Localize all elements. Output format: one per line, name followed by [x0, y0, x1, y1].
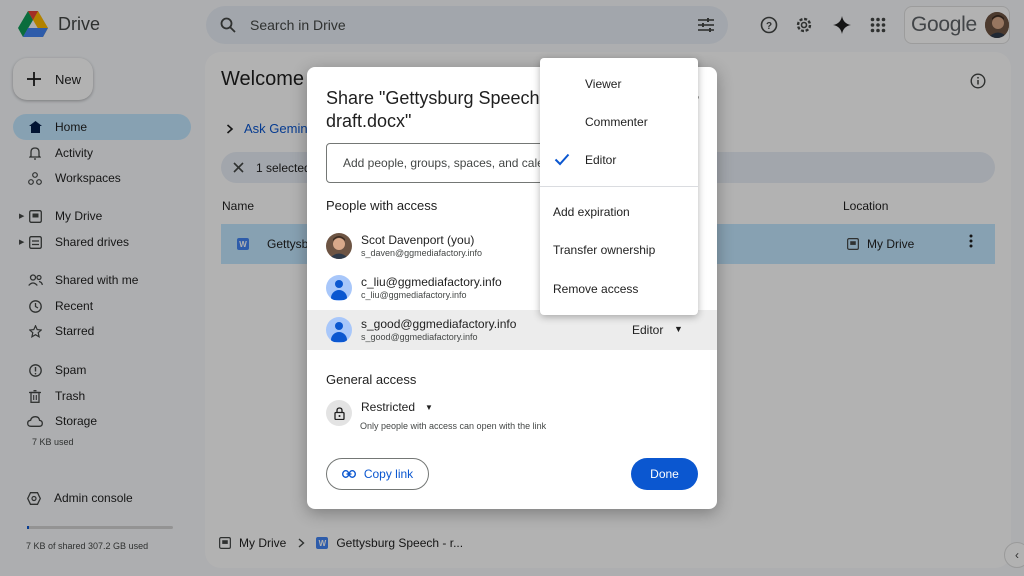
person-email: s_daven@ggmediafactory.info: [361, 248, 483, 258]
role-dropdown[interactable]: Editor: [632, 323, 663, 337]
menu-item-label: Transfer ownership: [553, 243, 656, 257]
general-access-description: Only people with access can open with th…: [360, 421, 547, 431]
menu-item-label: Remove access: [553, 282, 639, 296]
caret-down-icon: ▼: [425, 402, 433, 412]
copy-link-button[interactable]: Copy link: [326, 458, 429, 490]
copy-link-label: Copy link: [363, 467, 414, 481]
avatar: [326, 233, 352, 259]
menu-item-editor[interactable]: Editor: [540, 141, 698, 179]
menu-item-commenter[interactable]: Commenter: [540, 103, 698, 141]
menu-item-remove-access[interactable]: Remove access: [540, 270, 698, 308]
avatar: [326, 275, 352, 301]
caret-down-icon[interactable]: ▼: [674, 324, 683, 334]
general-access-heading: General access: [326, 372, 417, 387]
add-people-input[interactable]: Add people, groups, spaces, and calendar…: [326, 143, 566, 183]
person-email: c_liu@ggmediafactory.info: [361, 290, 467, 300]
menu-item-add-expiration[interactable]: Add expiration: [540, 193, 698, 231]
dialog-title: Share "Gettysburg Speech draft.docx": [326, 88, 540, 131]
general-access-dropdown[interactable]: Restricted ▼: [361, 400, 433, 414]
menu-item-label: Viewer: [585, 77, 622, 91]
people-with-access-heading: People with access: [326, 198, 438, 213]
checkmark-icon: [554, 153, 570, 166]
menu-item-label: Editor: [585, 153, 617, 167]
person-name: Scot Davenport (you): [361, 233, 475, 247]
menu-item-label: Add expiration: [553, 205, 630, 219]
person-row: s_good@ggmediafactory.info s_good@ggmedi…: [307, 310, 717, 350]
person-name: c_liu@ggmediafactory.info: [361, 275, 502, 289]
person-email: s_good@ggmediafactory.info: [361, 332, 478, 342]
avatar: [326, 317, 352, 343]
general-access-value: Restricted: [361, 400, 416, 414]
menu-item-label: Commenter: [585, 115, 648, 129]
lock-icon: [326, 400, 352, 426]
done-button[interactable]: Done: [631, 458, 698, 490]
menu-divider: [540, 186, 698, 187]
role-menu: Viewer Commenter Editor Add expiration T…: [540, 58, 698, 315]
menu-item-viewer[interactable]: Viewer: [540, 65, 698, 103]
person-name: s_good@ggmediafactory.info: [361, 317, 517, 331]
menu-item-transfer-ownership[interactable]: Transfer ownership: [540, 231, 698, 269]
link-icon: [341, 470, 356, 478]
